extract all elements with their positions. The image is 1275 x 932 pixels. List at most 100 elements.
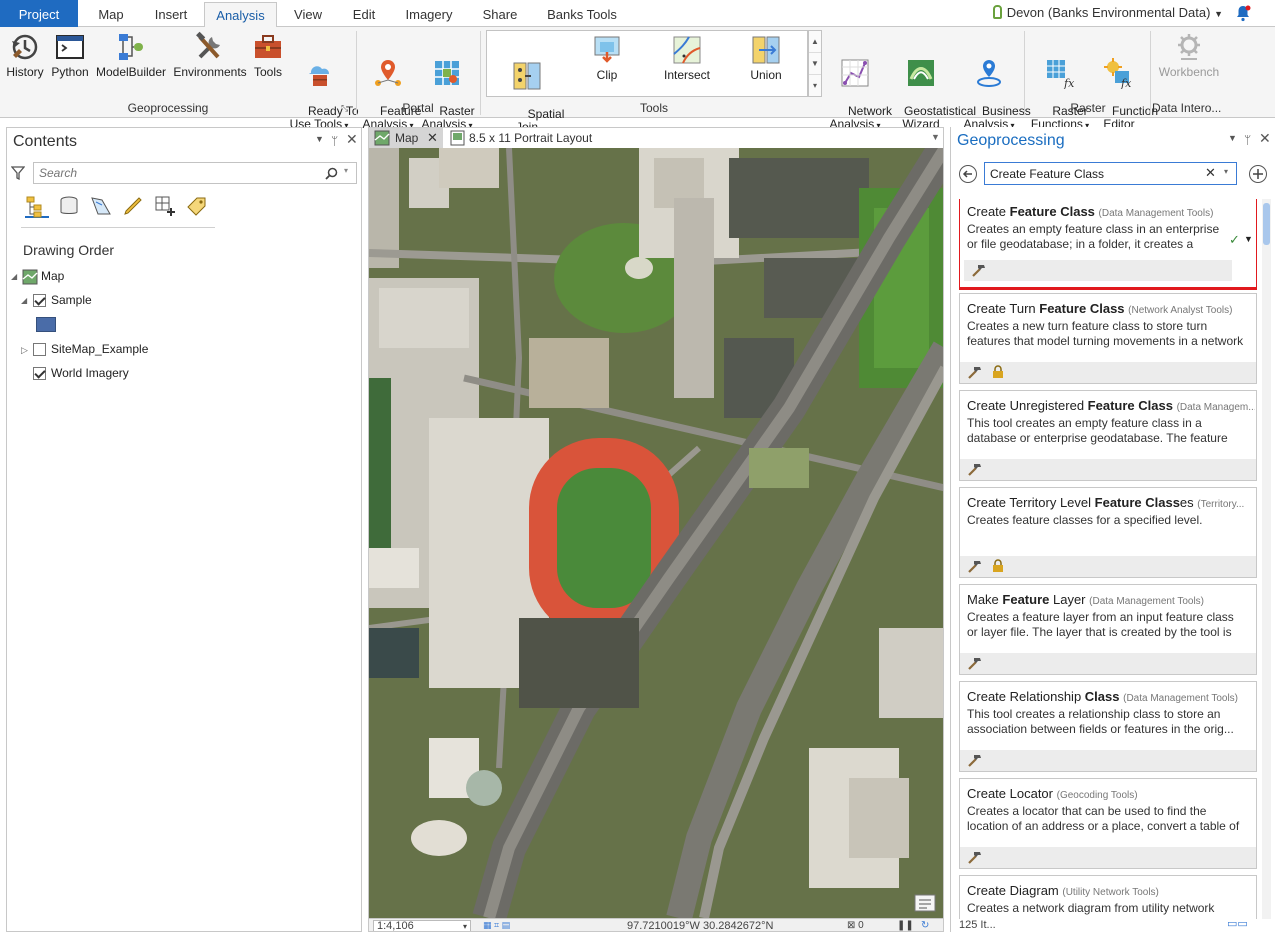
symbol-swatch[interactable] (36, 317, 56, 332)
gallery-down-icon[interactable]: ▼ (809, 53, 821, 75)
selection-count-icon[interactable]: ⊠ 0 (847, 920, 864, 931)
gallery-expand-icon[interactable]: ▾ (809, 75, 821, 97)
result-card[interactable]: Create Feature Class (Data Management To… (959, 199, 1257, 290)
python-button[interactable]: Python (48, 31, 92, 79)
modelbuilder-icon (119, 34, 143, 60)
back-button[interactable] (959, 165, 977, 183)
result-card[interactable]: Create Turn Feature Class (Network Analy… (959, 293, 1257, 384)
scrollbar-thumb[interactable] (1263, 203, 1270, 245)
list-by-labeling-icon[interactable] (185, 194, 209, 218)
result-title-match: Feature Class (1094, 495, 1180, 510)
tab-map[interactable]: Map (86, 2, 136, 27)
tab-project[interactable]: Project (0, 0, 78, 27)
result-title[interactable]: Make Feature Layer (Data Management Tool… (967, 592, 1255, 607)
tree-item-map[interactable]: Map (41, 268, 64, 284)
list-view-icon[interactable]: ▭▭ (1227, 917, 1248, 930)
intersect-button[interactable]: Intersect (659, 34, 715, 82)
collapse-arrow-icon[interactable]: ◢ (11, 272, 17, 281)
layer-world-imagery[interactable]: World Imagery (51, 365, 129, 381)
environments-button[interactable]: Environments (172, 31, 248, 79)
tab-banks-tools[interactable]: Banks Tools (536, 2, 628, 27)
tab-view[interactable]: View (284, 2, 332, 27)
list-by-selection-icon[interactable] (89, 194, 113, 218)
pane-menu-icon[interactable]: ▼ (1228, 133, 1237, 143)
result-title[interactable]: Create Relationship Class (Data Manageme… (967, 689, 1255, 704)
layer-sitemap-example[interactable]: SiteMap_Example (51, 341, 148, 357)
map-scale-selector[interactable]: 1:4,106 ▾ (373, 920, 471, 931)
close-icon[interactable]: ✕ (346, 131, 358, 148)
dialog-launcher-icon[interactable]: ⤡ (341, 103, 348, 114)
view-tab-map[interactable]: Map ✕ (369, 128, 443, 148)
layer-visibility-checkbox[interactable] (33, 343, 46, 356)
tab-imagery[interactable]: Imagery (396, 2, 462, 27)
filter-icon[interactable] (11, 166, 25, 180)
clear-search-icon[interactable]: ✕ (1205, 165, 1216, 181)
add-tool-button[interactable] (1249, 165, 1267, 183)
ribbon-tab-bar: Project Map Insert Analysis View Edit Im… (0, 0, 1275, 28)
gallery-scrollbar[interactable]: ▲ ▼ ▾ (808, 30, 822, 97)
expand-arrow-icon[interactable]: ▷ (21, 345, 28, 356)
contents-search-input[interactable] (34, 163, 314, 183)
result-card[interactable]: Create Unregistered Feature Class (Data … (959, 390, 1257, 481)
refresh-icon[interactable]: ↻ (921, 920, 929, 931)
result-title[interactable]: Create Diagram (Utility Network Tools) (967, 883, 1255, 898)
close-icon[interactable]: ✕ (1259, 130, 1271, 147)
geoprocessing-pane: Geoprocessing ▼ ᛘ ✕ ✕ ▾ Create Feature C… (950, 127, 1275, 932)
result-title[interactable]: Create Locator (Geocoding Tools) (967, 786, 1255, 801)
map-canvas[interactable] (369, 148, 943, 918)
result-title[interactable]: Create Unregistered Feature Class (Data … (967, 398, 1255, 413)
list-by-editing-icon[interactable] (121, 194, 145, 218)
layer-visibility-checkbox[interactable] (33, 294, 46, 307)
list-by-snapping-icon[interactable] (153, 194, 177, 218)
list-by-source-icon[interactable] (57, 194, 81, 218)
user-account-menu[interactable]: Devon (Banks Environmental Data) ▼ (992, 5, 1223, 20)
gallery-up-icon[interactable]: ▲ (809, 31, 821, 53)
pin-icon[interactable]: ᛘ (1244, 133, 1251, 147)
pause-icon[interactable]: ❚❚ (897, 920, 914, 931)
layer-visibility-checkbox[interactable] (33, 367, 46, 380)
pin-icon[interactable]: ᛘ (331, 134, 338, 148)
environments-label: Environments (173, 65, 247, 79)
hammer-icon (968, 367, 981, 379)
geoprocessing-title: Geoprocessing (957, 132, 1065, 149)
contents-search-box[interactable]: ▾ (33, 162, 357, 184)
collapse-arrow-icon[interactable]: ◢ (21, 296, 27, 305)
result-card[interactable]: Create Locator (Geocoding Tools) Creates… (959, 778, 1257, 869)
list-by-drawing-order-icon[interactable] (25, 194, 49, 218)
tab-analysis[interactable]: Analysis (204, 2, 277, 28)
pane-menu-icon[interactable]: ▼ (315, 134, 324, 144)
tab-share[interactable]: Share (472, 2, 528, 27)
result-card[interactable]: Create Relationship Class (Data Manageme… (959, 681, 1257, 772)
results-status-bar: 125 It... ▭▭ (951, 917, 1275, 932)
view-tab-layout[interactable]: 8.5 x 11 Portrait Layout (447, 128, 592, 148)
workbench-button[interactable]: Workbench (1156, 31, 1222, 79)
result-card[interactable]: Create Territory Level Feature Classes (… (959, 487, 1257, 578)
chevron-down-icon[interactable]: ▼ (1244, 234, 1253, 244)
result-title[interactable]: Create Turn Feature Class (Network Analy… (967, 301, 1255, 316)
chevron-down-icon[interactable]: ▾ (1224, 167, 1228, 176)
layer-sample[interactable]: Sample (51, 292, 92, 308)
union-button[interactable]: Union (741, 34, 791, 82)
result-card[interactable]: Create Diagram (Utility Network Tools) C… (959, 875, 1257, 919)
modelbuilder-button[interactable]: ModelBuilder (94, 31, 168, 79)
result-title[interactable]: Create Territory Level Feature Classes (… (967, 495, 1255, 510)
satellite-imagery (369, 148, 943, 918)
chevron-down-icon[interactable]: ▼ (931, 132, 940, 142)
tab-edit[interactable]: Edit (340, 2, 388, 27)
clip-button[interactable]: Clip (581, 34, 633, 82)
hammer-icon (968, 658, 981, 670)
tools-button[interactable]: Tools (250, 31, 286, 79)
tool-search-box[interactable]: ✕ ▾ (984, 162, 1237, 185)
grid-view-icon[interactable]: ▦ ⌗ ▤ (483, 920, 510, 931)
map-icon (374, 130, 390, 146)
chevron-down-icon[interactable]: ▾ (344, 166, 348, 175)
search-icon[interactable] (325, 167, 338, 180)
result-title[interactable]: Create Feature Class (Data Management To… (967, 204, 1255, 219)
tab-insert[interactable]: Insert (144, 2, 198, 27)
close-icon[interactable]: ✕ (427, 128, 438, 148)
history-button[interactable]: History (4, 31, 46, 79)
notification-bell-icon[interactable] (1235, 4, 1251, 22)
results-scrollbar[interactable] (1262, 199, 1271, 919)
result-card[interactable]: Make Feature Layer (Data Management Tool… (959, 584, 1257, 675)
tool-search-input[interactable] (985, 163, 1195, 184)
